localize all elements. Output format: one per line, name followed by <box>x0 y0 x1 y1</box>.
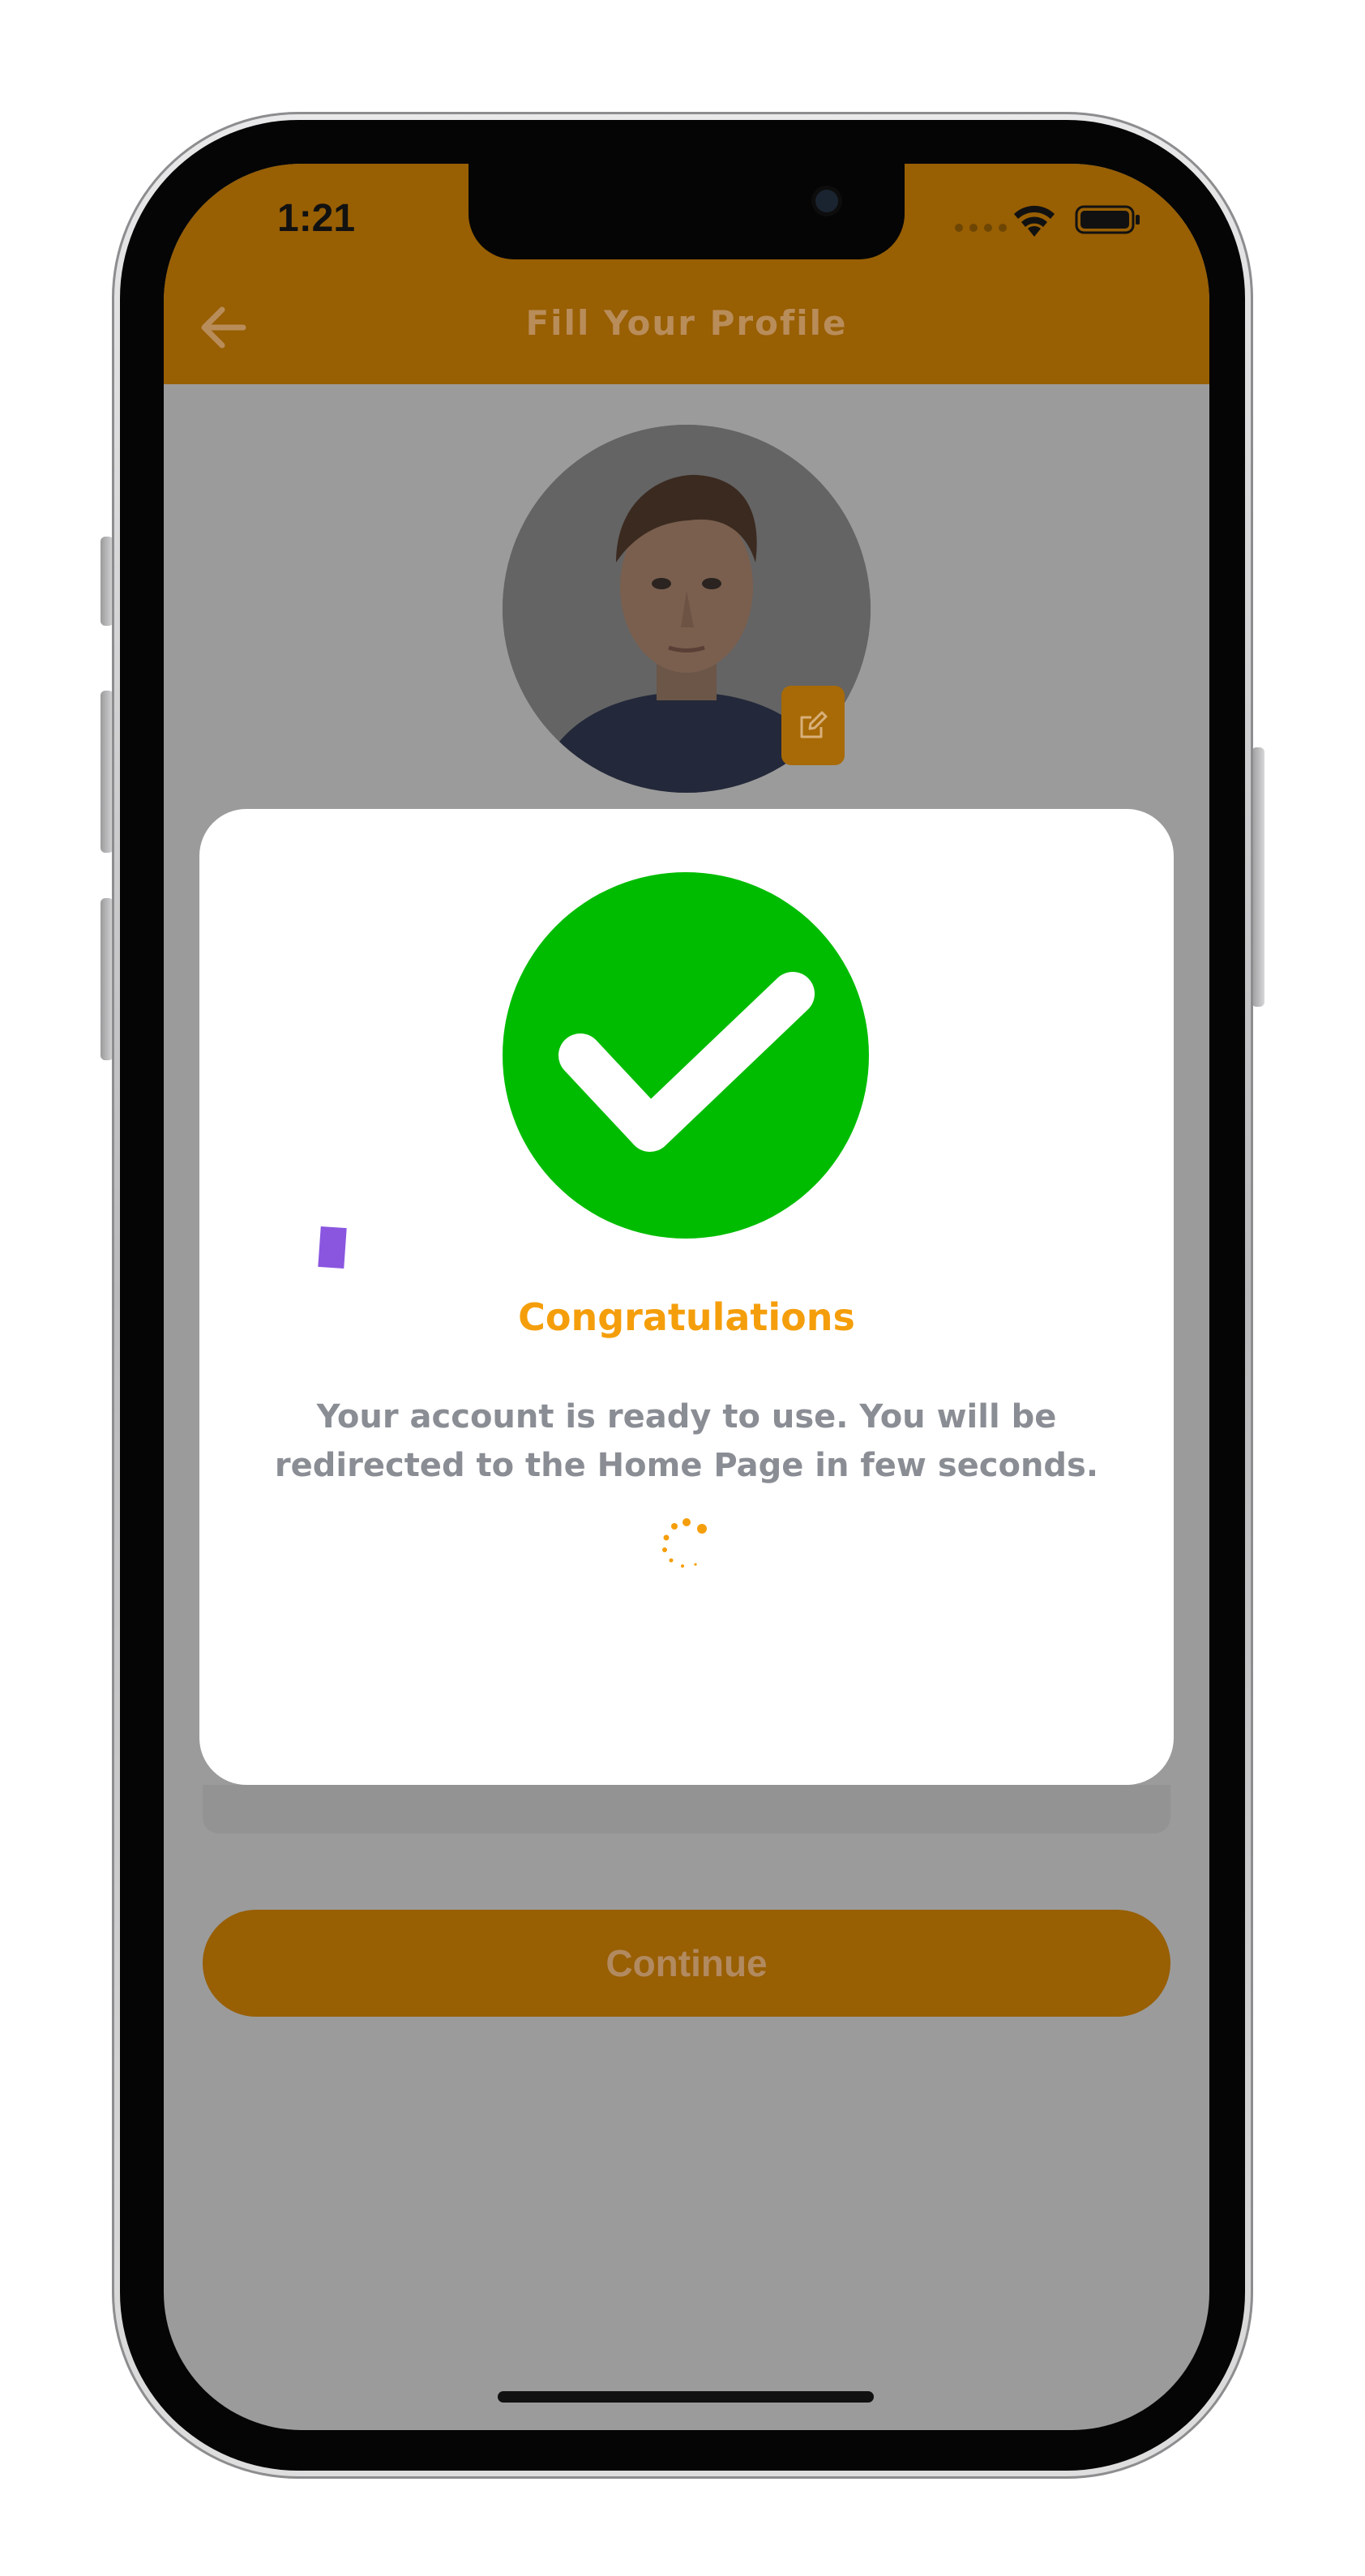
home-indicator[interactable] <box>498 2391 874 2403</box>
edit-photo-button[interactable] <box>781 686 845 765</box>
dialog-title: Congratulations <box>518 1295 855 1339</box>
page-title: Fill Your Profile <box>525 303 848 343</box>
notch <box>469 164 905 259</box>
edit-square-icon <box>800 711 828 738</box>
power-button <box>1252 747 1264 1007</box>
status-time: 1:21 <box>277 197 356 240</box>
confetti-piece <box>318 1226 347 1269</box>
success-dialog: Congratulations Your account is ready to… <box>199 809 1174 1785</box>
wifi-icon <box>1014 205 1055 237</box>
cellular-signal-icon <box>955 224 1007 232</box>
spinner-icon <box>662 1518 707 1568</box>
device-mockup: 1:21 Fill Your Profile Continue Congratu… <box>0 0 1365 2576</box>
app-header: 1:21 Fill Your Profile <box>164 164 1209 384</box>
check-circle-icon <box>503 872 869 1239</box>
form-field-shadow <box>203 1785 1170 1834</box>
continue-button[interactable]: Continue <box>203 1910 1170 2017</box>
battery-icon <box>1075 205 1140 234</box>
dialog-message: Your account is ready to use. You will b… <box>274 1398 1099 1484</box>
front-camera <box>815 190 838 212</box>
app-screen: 1:21 Fill Your Profile Continue Congratu… <box>164 164 1209 2430</box>
